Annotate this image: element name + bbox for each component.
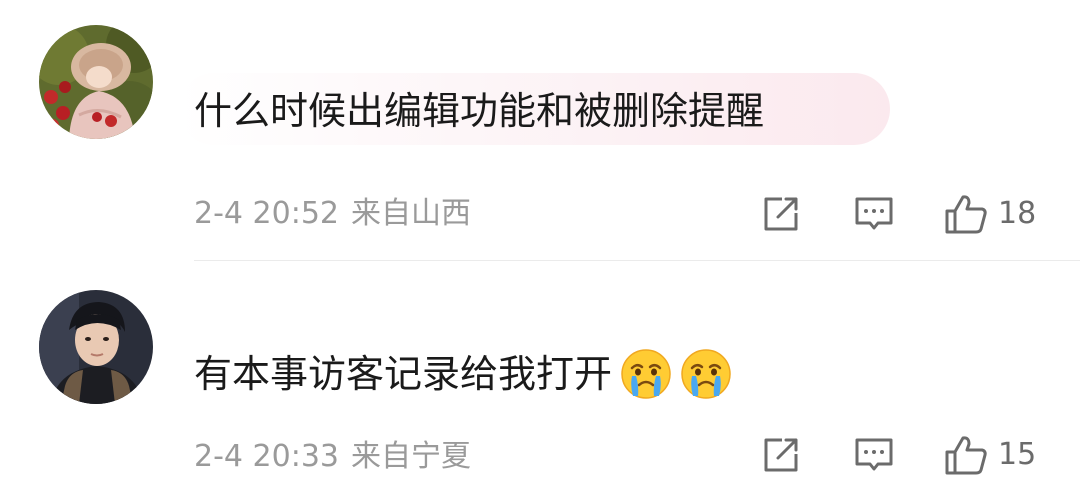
share-button[interactable] (760, 434, 802, 476)
comment-text: 什么时候出编辑功能和被删除提醒 (194, 89, 765, 133)
comment-date: 2-4 20:33 (194, 439, 339, 474)
reply-button[interactable] (853, 434, 895, 476)
divider (194, 260, 1080, 261)
avatar-girl-with-apples-icon (39, 25, 153, 139)
reply-icon (855, 197, 893, 230)
comment-item[interactable]: 有本事访客记录给我打开 2-4 20:33 来自宁夏 15 (0, 262, 1080, 497)
crying-face-emoji-icon (620, 348, 672, 400)
avatar[interactable] (39, 290, 153, 404)
comment-date: 2-4 20:52 (194, 196, 339, 231)
avatar[interactable] (39, 25, 153, 139)
thumbs-up-icon (945, 195, 987, 234)
like-button[interactable]: 15 (944, 434, 1036, 476)
share-icon (764, 197, 798, 231)
reply-button[interactable] (853, 193, 895, 235)
share-icon (764, 438, 798, 472)
like-button[interactable]: 18 (944, 193, 1036, 235)
comment-meta: 2-4 20:33 来自宁夏 (194, 437, 471, 477)
comment-meta: 2-4 20:52 来自山西 (194, 194, 471, 234)
like-count: 15 (998, 437, 1037, 472)
comment-location: 来自山西 (351, 196, 471, 231)
comment-text: 有本事访客记录给我打开 (194, 348, 732, 403)
reply-icon (855, 438, 893, 471)
comment-text-body: 有本事访客记录给我打开 (194, 352, 613, 396)
comment-item[interactable]: 什么时候出编辑功能和被删除提醒 2-4 20:52 来自山西 18 (0, 0, 1080, 258)
crying-face-emoji-icon (680, 348, 732, 400)
like-count: 18 (998, 196, 1037, 231)
thumbs-up-icon (945, 436, 987, 475)
comment-location: 来自宁夏 (351, 439, 471, 474)
share-button[interactable] (760, 193, 802, 235)
avatar-young-man-icon (39, 290, 153, 404)
